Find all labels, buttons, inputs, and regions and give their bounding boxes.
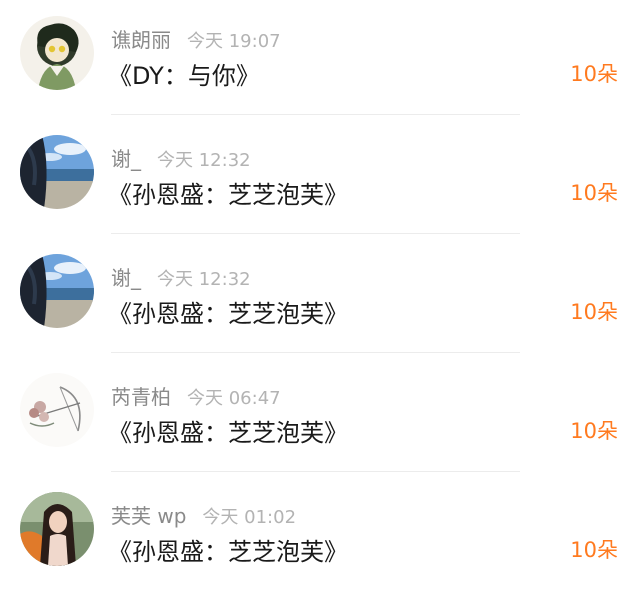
avatar-icon[interactable] [20, 373, 94, 447]
song-title: 《孙恩盛：芝芝泡芙》 [108, 181, 348, 209]
list-item[interactable]: 谯朗丽 今天 19:07 《DY：与你》 10朵 [0, 0, 640, 119]
gift-amount: 10朵 [570, 62, 618, 86]
sender-name: 谯朗丽 [111, 28, 171, 52]
avatar-icon[interactable] [20, 254, 94, 328]
gift-amount: 10朵 [570, 538, 618, 562]
song-title: 《DY：与你》 [108, 62, 260, 90]
timestamp: 今天 19:07 [187, 31, 281, 52]
gift-amount: 10朵 [570, 300, 618, 324]
timestamp: 今天 01:02 [202, 507, 297, 528]
gift-amount: 10朵 [570, 419, 618, 443]
timestamp: 今天 12:32 [157, 150, 251, 171]
sender-name: 芙芙 wp [111, 504, 187, 528]
avatar-icon[interactable] [20, 16, 94, 90]
song-title: 《孙恩盛：芝芝泡芙》 [108, 419, 348, 447]
divider [111, 471, 520, 472]
divider [111, 352, 520, 353]
sender-name: 芮青柏 [111, 385, 171, 409]
song-title: 《孙恩盛：芝芝泡芙》 [108, 300, 348, 328]
gift-record-list: 谯朗丽 今天 19:07 《DY：与你》 10朵 谢_ 今天 12:32 《孙恩… [0, 0, 640, 589]
list-item[interactable]: 芮青柏 今天 06:47 《孙恩盛：芝芝泡芙》 10朵 [0, 357, 640, 476]
song-title: 《孙恩盛：芝芝泡芙》 [108, 538, 348, 566]
avatar-icon[interactable] [20, 135, 94, 209]
list-item[interactable]: 谢_ 今天 12:32 《孙恩盛：芝芝泡芙》 10朵 [0, 119, 640, 238]
list-item[interactable]: 芙芙 wp 今天 01:02 《孙恩盛：芝芝泡芙》 10朵 [0, 476, 640, 589]
gift-amount: 10朵 [570, 181, 618, 205]
avatar-icon[interactable] [20, 492, 94, 566]
list-item[interactable]: 谢_ 今天 12:32 《孙恩盛：芝芝泡芙》 10朵 [0, 238, 640, 357]
divider [111, 114, 520, 115]
sender-name: 谢_ [111, 147, 141, 171]
divider [111, 233, 520, 234]
sender-name: 谢_ [111, 266, 141, 290]
timestamp: 今天 12:32 [157, 269, 251, 290]
timestamp: 今天 06:47 [187, 388, 281, 409]
